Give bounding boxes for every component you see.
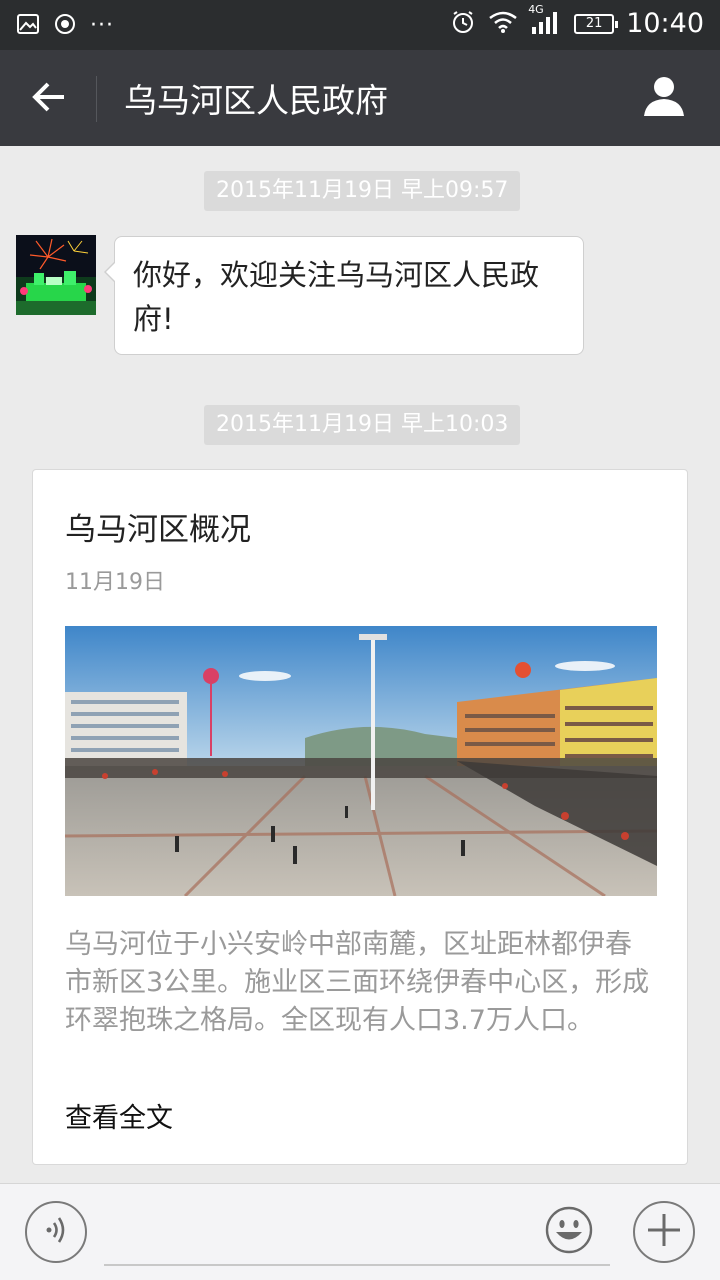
image-icon	[16, 12, 40, 40]
wifi-icon	[488, 10, 518, 38]
title-bar: 乌马河区人民政府	[0, 50, 720, 146]
message-timestamp: 2015年11月19日 早上09:57	[204, 171, 521, 211]
signal-icon: 4G	[528, 3, 562, 39]
article-title: 乌马河区概况	[65, 512, 251, 548]
message-text: 你好，欢迎关注乌马河区人民政府!	[133, 258, 540, 336]
message-bubble[interactable]: 你好，欢迎关注乌马河区人民政府!	[104, 236, 584, 355]
page-title: 乌马河区人民政府	[124, 81, 388, 120]
avatar[interactable]	[16, 235, 96, 315]
voice-icon	[39, 1213, 73, 1251]
voice-button[interactable]	[25, 1201, 87, 1263]
plus-button[interactable]	[633, 1201, 695, 1263]
message-input[interactable]	[104, 1204, 610, 1266]
status-bar: ··· 4G 21 10:40	[0, 0, 720, 50]
read-more-link[interactable]: 查看全文	[65, 1096, 173, 1135]
message-timestamp: 2015年11月19日 早上10:03	[204, 405, 521, 445]
emoji-icon	[544, 1205, 594, 1259]
battery-level: 21	[585, 16, 603, 31]
title-divider	[96, 76, 97, 122]
plus-icon	[644, 1210, 684, 1254]
article-description: 乌马河位于小兴安岭中部南麓，区址距林都伊春市新区3公里。施业区三面环绕伊春中心区…	[65, 929, 650, 1036]
article-card[interactable]: 乌马河区概况 11月19日 乌马河位于小兴安岭中部南麓，区址距林都伊春市新区3公…	[32, 469, 688, 1165]
network-type: 4G	[528, 2, 544, 16]
alarm-icon	[450, 9, 476, 39]
clock: 10:40	[626, 8, 704, 39]
arrow-left-icon	[31, 81, 67, 117]
person-icon	[642, 74, 686, 122]
article-date: 11月19日	[65, 570, 165, 595]
record-icon	[54, 13, 76, 39]
profile-button[interactable]	[638, 72, 690, 124]
article-cover-image[interactable]	[65, 626, 657, 896]
emoji-button[interactable]	[538, 1201, 600, 1263]
back-button[interactable]	[22, 72, 76, 126]
input-bar	[0, 1183, 720, 1280]
battery-icon: 21	[574, 13, 619, 34]
more-dots-icon: ···	[90, 13, 114, 38]
